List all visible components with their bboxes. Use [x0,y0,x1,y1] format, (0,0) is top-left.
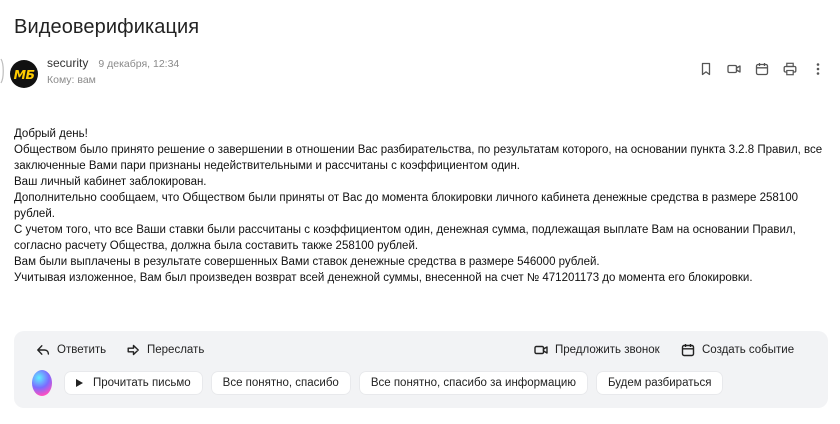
message-body: Добрый день! Обществом было принято реше… [14,126,826,286]
more-button[interactable] [809,60,826,77]
quick-reply-chip[interactable]: Все понятно, спасибо за информацию [358,371,588,395]
bookmark-button[interactable] [697,60,714,77]
message-header-actions [697,60,826,77]
recipient-line[interactable]: Кому: вам [47,74,96,86]
reply-button[interactable]: Ответить [36,343,106,357]
video-call-button[interactable] [725,60,742,77]
thread-curve-icon [0,58,4,84]
sender-line: security 9 декабря, 12:34 [47,56,179,70]
quick-replies-row: Прочитать письмо Все понятно, спасибо Вс… [32,370,724,396]
reply-panel: Ответить Переслать Предложить звонок Соз… [14,331,828,408]
forward-button[interactable]: Переслать [126,343,204,357]
calendar-button[interactable] [753,60,770,77]
body-paragraph: С учетом того, что все Ваши ставки были … [14,224,796,252]
play-icon [76,379,83,387]
message-date: 9 декабря, 12:34 [98,58,180,70]
bookmark-icon [701,62,710,75]
create-event-label: Создать событие [702,344,795,356]
body-paragraph: Добрый день! [14,128,88,140]
more-vertical-icon [816,62,819,75]
body-paragraph: Вам были выплачены в результате совершен… [14,256,600,268]
body-paragraph: Дополнительно сообщаем, что Обществом бы… [14,192,798,220]
video-icon [726,64,741,73]
forward-icon [127,344,139,356]
reply-label: Ответить [57,344,107,356]
print-icon [783,62,796,75]
read-letter-button[interactable]: Прочитать письмо [64,371,203,395]
body-paragraph: Ваш личный кабинет заблокирован. [14,176,207,188]
ai-assistant-icon[interactable] [32,370,52,396]
sender-name[interactable]: security [47,56,88,70]
quick-reply-chip[interactable]: Будем разбираться [595,371,724,395]
print-button[interactable] [781,60,798,77]
video-icon [534,345,548,355]
calendar-icon [681,344,695,357]
message-subject: Видеоверификация [14,16,200,38]
body-paragraph: Обществом было принято решение о заверше… [14,144,823,172]
read-letter-label: Прочитать письмо [93,377,191,389]
quick-reply-chip[interactable]: Все понятно, спасибо [210,371,351,395]
propose-call-button[interactable]: Предложить звонок [534,343,660,357]
reply-actions-row: Ответить Переслать Предложить звонок Соз… [14,343,828,361]
propose-call-label: Предложить звонок [555,344,660,356]
sender-avatar[interactable]: МБ [10,60,38,88]
forward-label: Переслать [147,344,205,356]
create-event-button[interactable]: Создать событие [681,343,794,357]
calendar-icon [755,62,768,75]
reply-icon [37,345,50,355]
body-paragraph: Учитывая изложенное, Вам был произведен … [14,272,753,284]
